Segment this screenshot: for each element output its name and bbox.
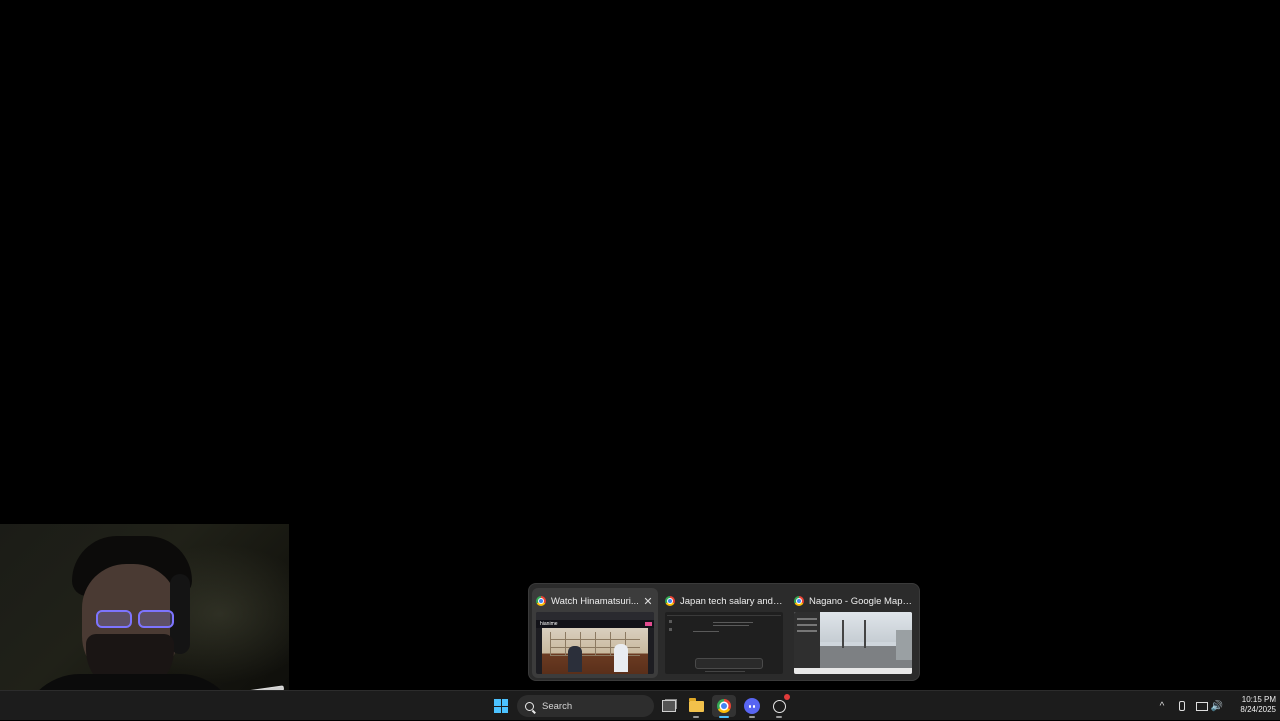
task-view-button[interactable] (657, 695, 681, 717)
circle-app-icon (772, 699, 786, 713)
window-thumbnail (665, 612, 783, 674)
app-taskbar-button[interactable] (767, 694, 791, 718)
chrome-icon (536, 596, 546, 606)
chrome-icon (794, 596, 804, 606)
chrome-taskbar-button[interactable] (712, 695, 736, 718)
thumb-logo: hianime (540, 621, 558, 627)
file-explorer-button[interactable] (684, 695, 708, 718)
close-icon[interactable]: ✕ (642, 595, 654, 608)
clock[interactable]: 10:15 PM 8/24/2025 (1226, 695, 1276, 715)
window-title: Watch Hinamatsuri... (551, 595, 639, 607)
window-thumbnail (794, 612, 912, 674)
folder-icon (688, 697, 704, 712)
search-label: Search (542, 700, 573, 712)
taskbar-window-preview: Watch Hinamatsuri... ✕ hianime Japan tec… (528, 583, 920, 681)
discord-icon (744, 698, 760, 714)
window-preview-nagano-maps[interactable]: Nagano - Google Maps - G... (790, 588, 916, 678)
window-thumbnail: hianime (536, 612, 654, 674)
task-view-icon (662, 700, 676, 712)
chrome-icon (717, 699, 731, 713)
start-button[interactable] (489, 695, 513, 717)
window-title: Nagano - Google Maps - G... (809, 595, 912, 607)
taskbar: Search ^ 🔊 10:15 PM 8/24/2025 (0, 690, 1280, 720)
windows-logo-icon (494, 699, 508, 713)
chrome-icon (665, 596, 675, 606)
window-preview-japan-tech[interactable]: Japan tech salary and work... (661, 588, 787, 678)
network-icon[interactable] (1196, 691, 1208, 721)
glasses (96, 610, 176, 628)
clock-date: 8/24/2025 (1240, 705, 1276, 714)
show-hidden-icons-chevron[interactable]: ^ (1156, 691, 1168, 721)
volume-icon[interactable]: 🔊 (1211, 691, 1223, 721)
microphone-icon[interactable] (1176, 691, 1188, 721)
window-title: Japan tech salary and work... (680, 595, 783, 607)
taskbar-search[interactable]: Search (517, 695, 654, 717)
search-icon (525, 701, 534, 711)
window-preview-hinamatsuri[interactable]: Watch Hinamatsuri... ✕ hianime (532, 588, 658, 678)
discord-taskbar-button[interactable] (740, 695, 764, 718)
notification-badge (784, 694, 790, 700)
clock-time: 10:15 PM (1241, 695, 1276, 704)
